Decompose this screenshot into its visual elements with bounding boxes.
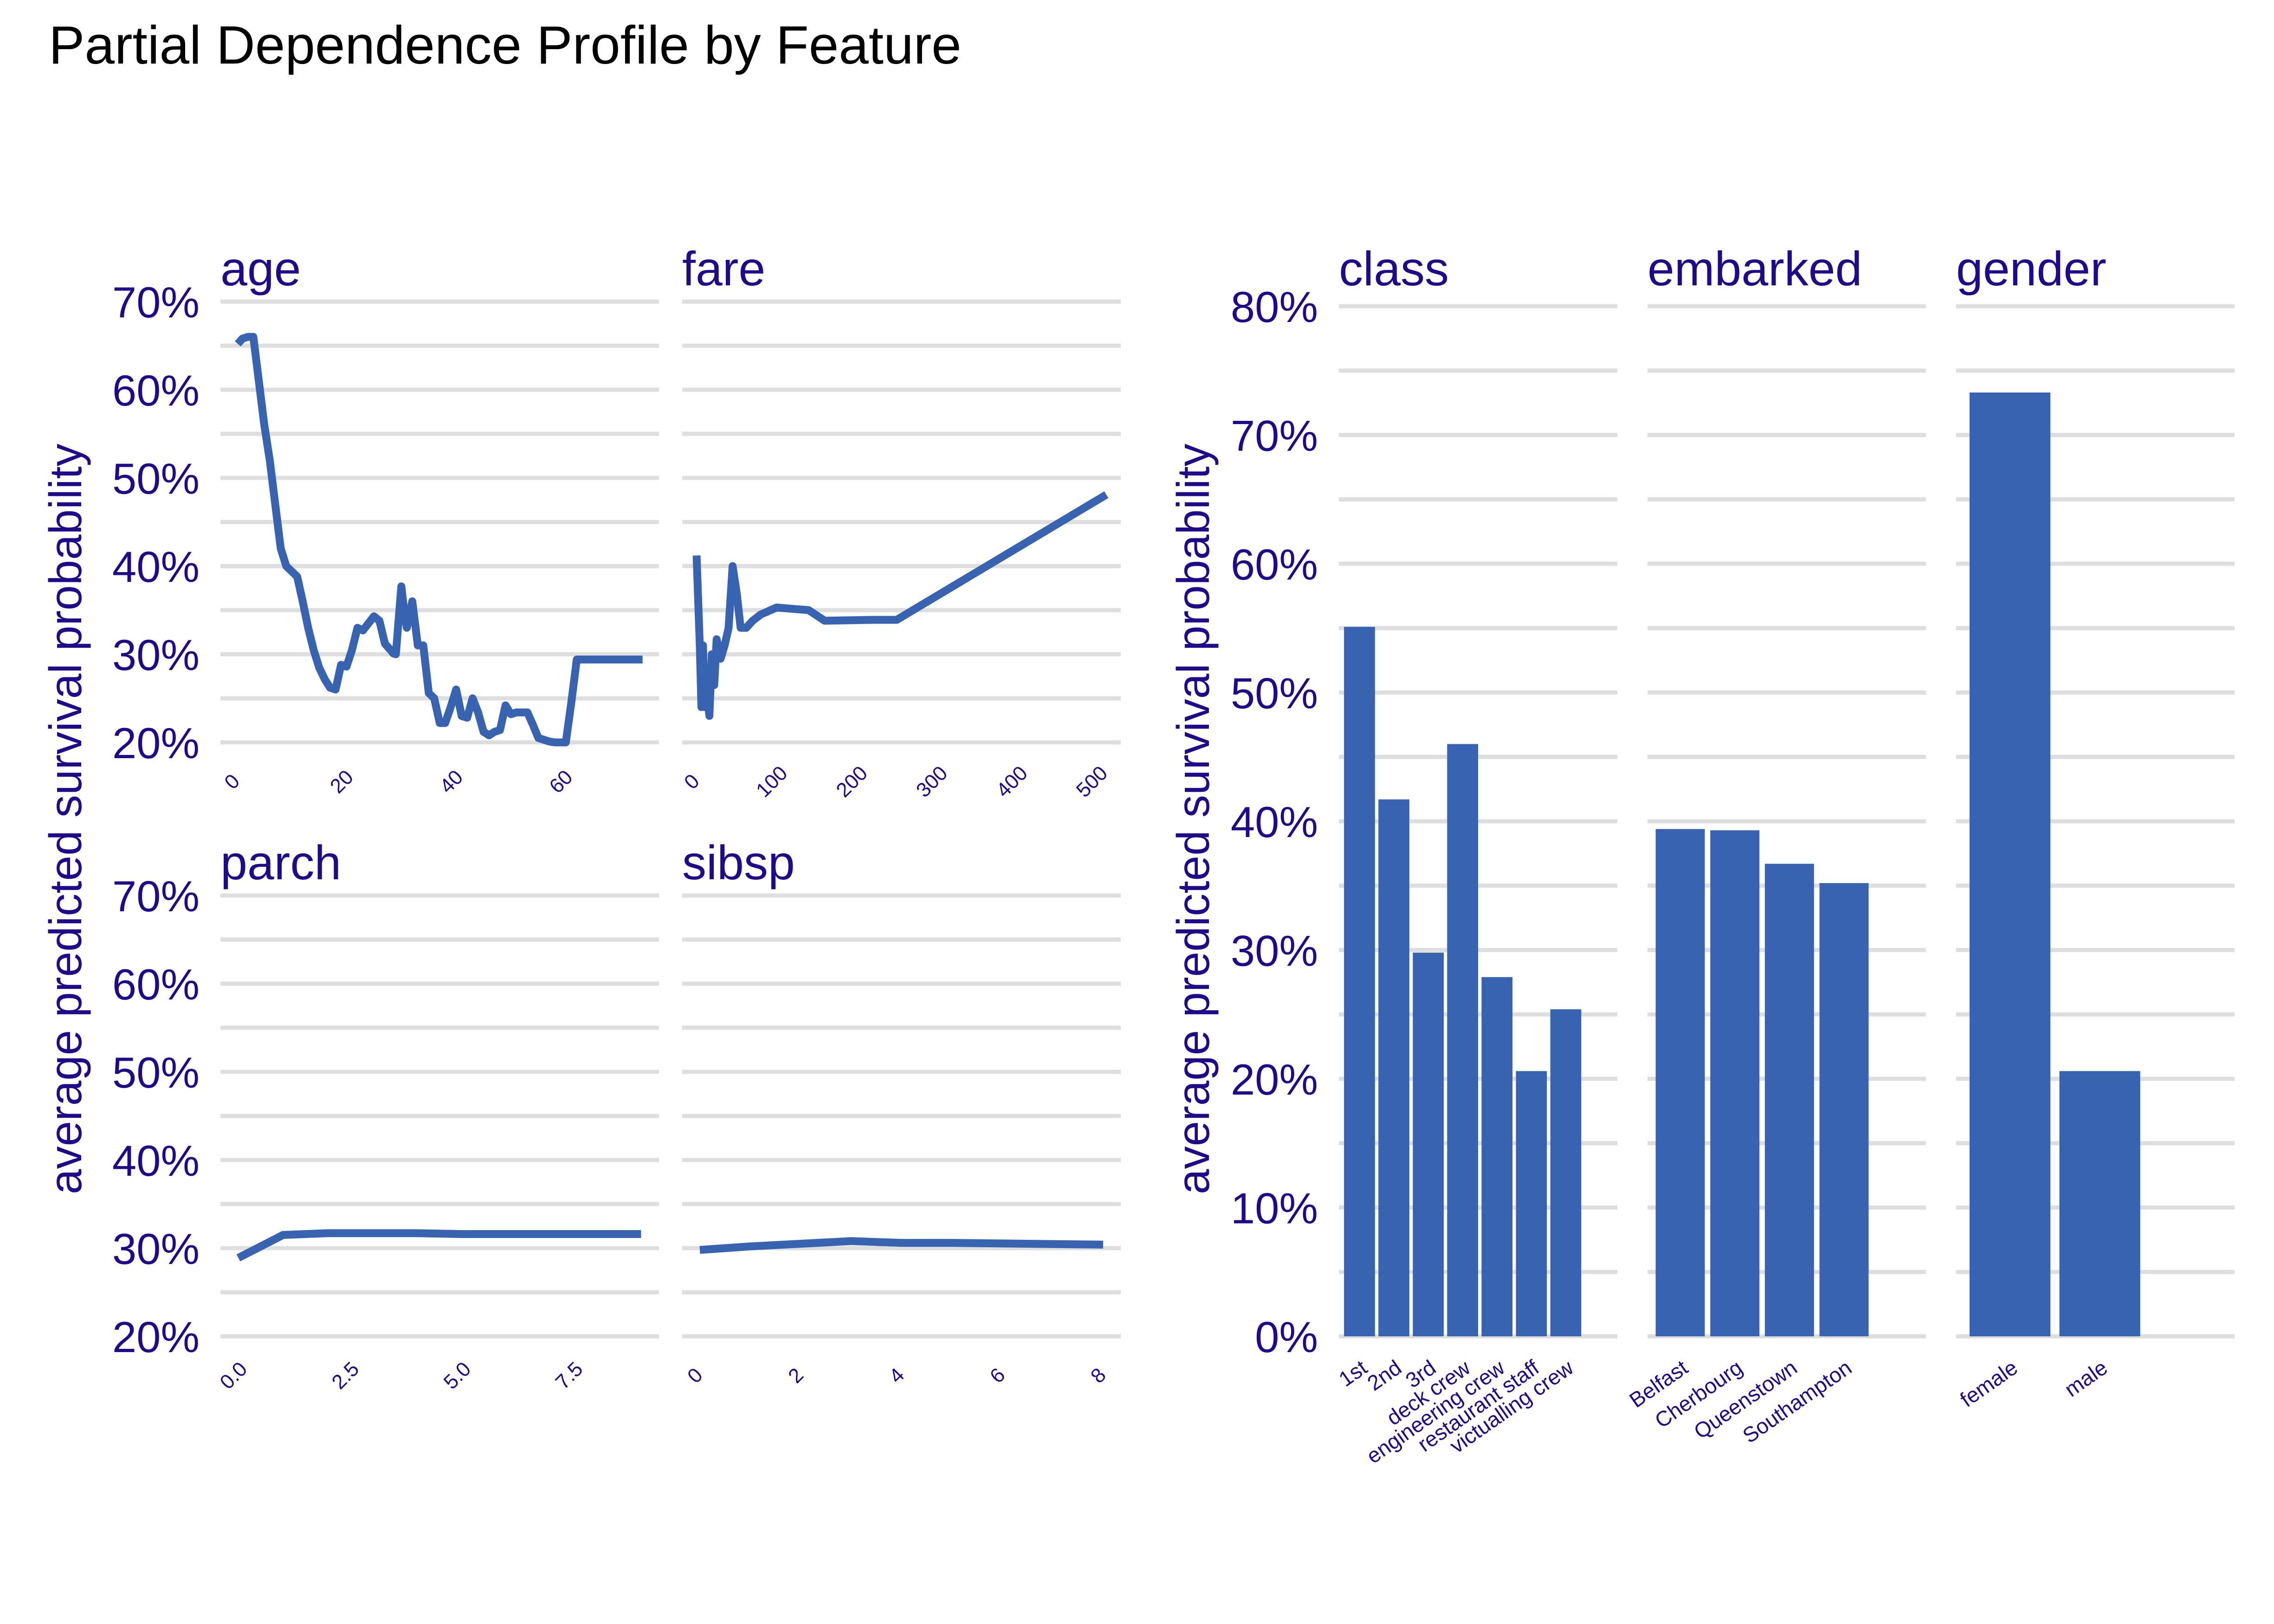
y-tick-label: 50% <box>112 1048 200 1097</box>
x-tick-label: 0 <box>220 770 244 794</box>
bar-2nd <box>1378 799 1409 1336</box>
panel-class <box>1339 304 1617 1339</box>
x-tick-label: 6 <box>986 1364 1010 1388</box>
panel-title-fare: fare <box>682 242 765 296</box>
series-line-age <box>234 333 643 747</box>
panel-fare <box>682 299 1121 745</box>
panel-title-embarked: embarked <box>1647 242 1862 296</box>
y-tick-label: 0% <box>1255 1313 1318 1361</box>
y-tick-label: 40% <box>112 1136 200 1185</box>
y-tick-label: 60% <box>112 366 200 415</box>
y-tick-label: 80% <box>1231 283 1318 331</box>
y-tick-label: 70% <box>112 278 200 327</box>
panel-title-age: age <box>220 242 301 296</box>
panel-title-parch: parch <box>220 836 341 890</box>
panel-title-gender: gender <box>1956 242 2106 296</box>
y-axis-label: average predicted survival probability <box>1168 444 1219 1194</box>
x-tick-label: 5.0 <box>439 1358 476 1394</box>
bar-restaurant-staff <box>1516 1071 1547 1336</box>
x-tick-label: 200 <box>832 761 872 802</box>
panel-title-class: class <box>1339 242 1449 296</box>
x-tick-label: 400 <box>992 761 1032 802</box>
panel-age <box>220 299 659 747</box>
x-tick-label: female <box>1956 1355 2022 1412</box>
panel-sibsp <box>682 893 1121 1339</box>
bar-belfast <box>1655 829 1705 1336</box>
panel-title-sibsp: sibsp <box>682 836 795 890</box>
x-tick-label: 2.5 <box>327 1358 363 1394</box>
x-tick-label: 4 <box>885 1364 909 1388</box>
bar-southampton <box>1819 883 1869 1336</box>
y-tick-label: 50% <box>1231 669 1318 718</box>
y-tick-label: 30% <box>1231 927 1318 975</box>
panel-embarked <box>1647 304 1926 1339</box>
y-tick-label: 20% <box>112 719 200 767</box>
bar-cherbourg <box>1710 830 1760 1336</box>
x-tick-label: 8 <box>1086 1364 1111 1388</box>
x-tick-label: 0.0 <box>215 1358 252 1394</box>
bar-male <box>2059 1071 2140 1336</box>
y-tick-label: 50% <box>112 454 200 503</box>
x-tick-label: 20 <box>326 766 358 798</box>
bar-deck-crew <box>1447 744 1478 1336</box>
x-tick-label: 2nd <box>1363 1355 1406 1396</box>
bar-victualling-crew <box>1550 1009 1582 1336</box>
y-tick-label: 70% <box>1231 412 1318 460</box>
series-line-parch <box>236 1229 641 1262</box>
x-tick-label: 60 <box>545 766 577 798</box>
y-tick-label: 40% <box>1231 798 1318 846</box>
y-tick-label: 70% <box>112 872 200 921</box>
bar-queenstown <box>1764 864 1814 1336</box>
chart-canvas: age20%30%40%50%60%70%0 20 40 60fare0 100 200 3… <box>40 242 2235 1468</box>
x-tick-label: 7.5 <box>551 1358 588 1394</box>
x-tick-label: 0 <box>683 1364 707 1388</box>
bar-engineering-crew <box>1481 977 1513 1336</box>
x-tick-label: 500 <box>1072 761 1112 802</box>
x-tick-label: 100 <box>752 761 792 802</box>
x-tick-label: 0 <box>680 770 704 794</box>
y-tick-label: 20% <box>1231 1055 1318 1104</box>
bar-1st <box>1344 627 1375 1336</box>
y-tick-label: 30% <box>112 1224 200 1273</box>
y-tick-label: 40% <box>112 542 200 591</box>
panel-parch <box>220 893 659 1339</box>
x-tick-label: 40 <box>435 766 467 798</box>
panel-gender <box>1956 304 2235 1339</box>
y-axis-label: average predicted survival probability <box>40 444 91 1194</box>
y-tick-label: 20% <box>112 1313 200 1361</box>
x-tick-label: 2 <box>784 1364 808 1388</box>
y-tick-label: 30% <box>112 631 200 679</box>
bar-female <box>1970 392 2051 1336</box>
bar-3rd <box>1413 953 1444 1336</box>
x-tick-label: 300 <box>912 761 952 802</box>
x-tick-label: male <box>2060 1355 2112 1402</box>
y-tick-label: 60% <box>112 960 200 1009</box>
y-tick-label: 60% <box>1231 540 1318 589</box>
y-tick-label: 10% <box>1231 1184 1318 1233</box>
series-line-fare <box>692 491 1109 720</box>
